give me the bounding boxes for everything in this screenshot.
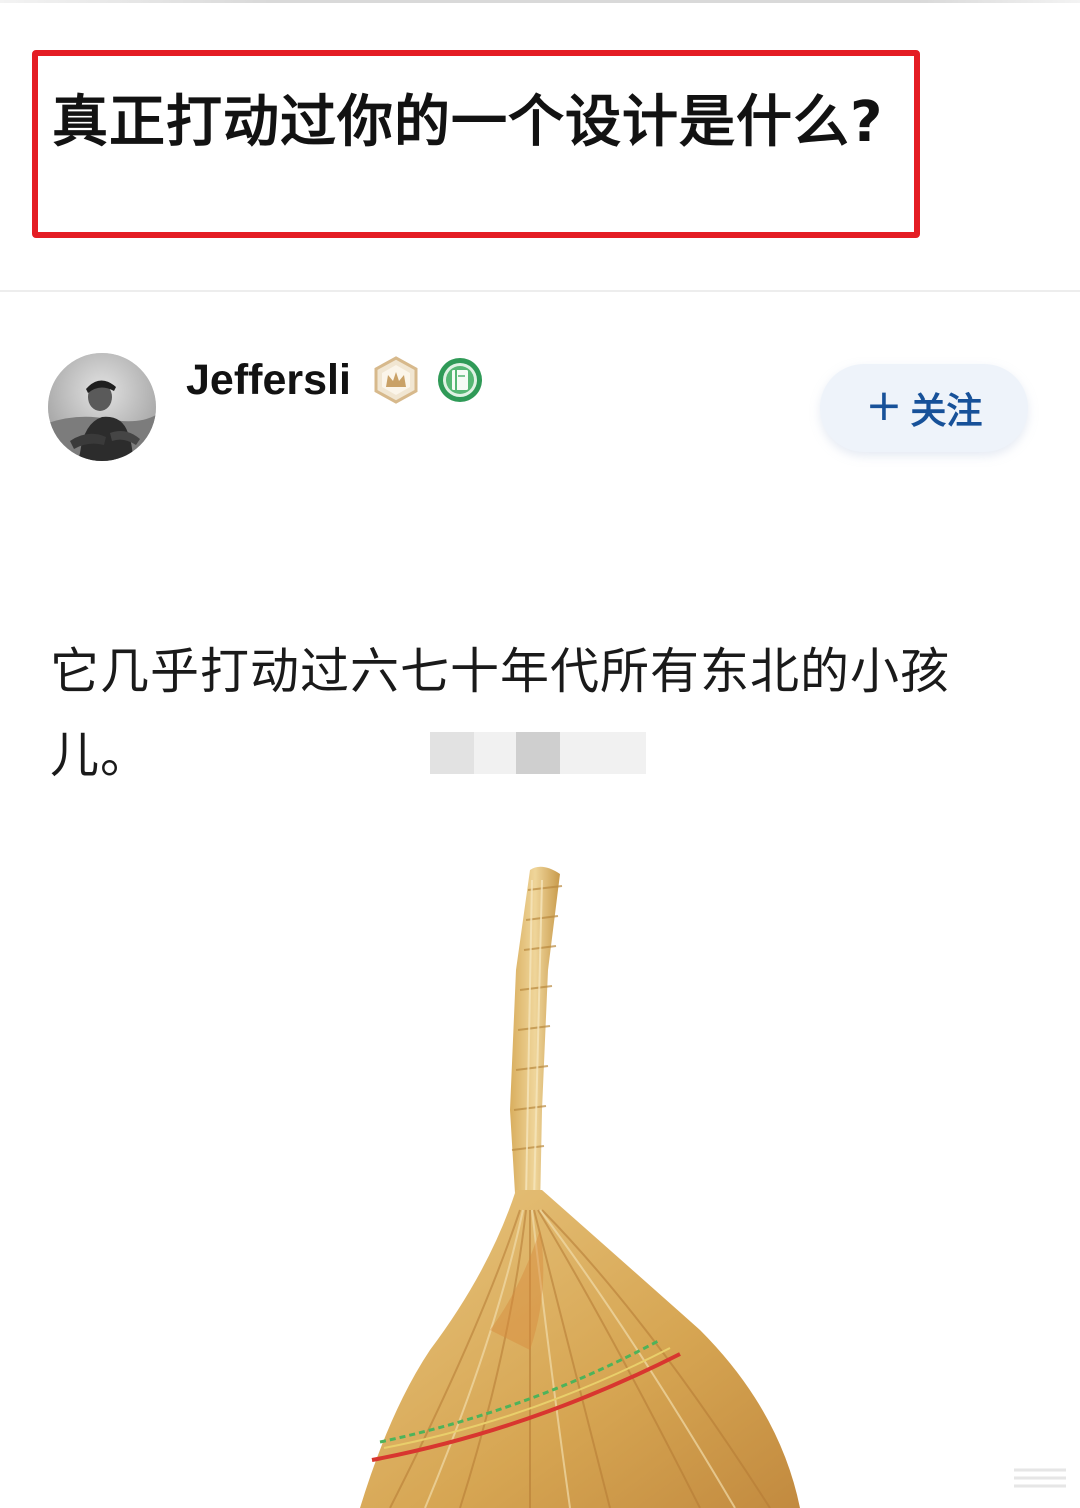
- top-divider: [0, 0, 1080, 3]
- plus-icon: +: [865, 380, 903, 431]
- avatar[interactable]: [48, 353, 156, 461]
- person-photo-avatar-icon: [48, 353, 156, 461]
- broom-image[interactable]: [280, 850, 840, 1508]
- watermark-icon: [1014, 1468, 1066, 1488]
- follow-label: 关注: [910, 391, 983, 432]
- question-title[interactable]: 真正打动过你的一个设计是什么?: [52, 90, 883, 156]
- follow-button[interactable]: + 关注: [820, 364, 1028, 452]
- section-divider: [0, 290, 1080, 292]
- author-name[interactable]: Jeffersli: [186, 354, 351, 406]
- question-highlight-box: 真正打动过你的一个设计是什么?: [32, 50, 920, 238]
- crown-badge-icon[interactable]: [372, 356, 420, 404]
- book-badge-icon[interactable]: [436, 356, 484, 404]
- blurred-watermark: [430, 732, 646, 774]
